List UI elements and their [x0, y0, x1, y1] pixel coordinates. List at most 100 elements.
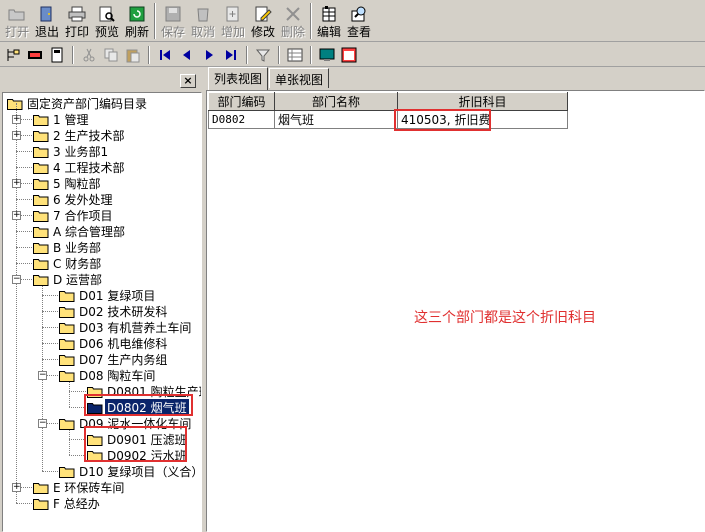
- first-record-button[interactable]: [154, 44, 176, 66]
- toolbar-separator: [310, 3, 312, 39]
- tree-expander[interactable]: +: [12, 115, 21, 124]
- cancel-button[interactable]: 取消: [188, 0, 218, 42]
- tree-panel: × 固定资产部门编码目录 +1 管理 +2 生产技术部 3 业务部1 4 工程技术部 +…: [0, 68, 204, 532]
- filter-button[interactable]: [252, 44, 274, 66]
- folder-icon: [33, 146, 49, 158]
- toolbar-separator: [310, 45, 312, 64]
- list-button[interactable]: [284, 44, 306, 66]
- column-header-depreciation[interactable]: 折旧科目: [397, 92, 568, 111]
- save-button[interactable]: 保存: [158, 0, 188, 42]
- preview-button[interactable]: 预览: [92, 0, 122, 42]
- message-button[interactable]: [24, 44, 46, 66]
- tree-node[interactable]: D01 复绿项目: [59, 287, 157, 303]
- tree-node-label: 1 管理: [53, 112, 89, 127]
- table-row[interactable]: D0802 烟气班 410503, 折旧费: [208, 110, 568, 129]
- folder-icon: [59, 466, 75, 478]
- folder-icon: [33, 178, 49, 190]
- add-document-icon: [224, 6, 242, 22]
- tree-expander[interactable]: +: [12, 179, 21, 188]
- tree-expander[interactable]: +: [12, 211, 21, 220]
- tree-node[interactable]: D08 陶粒车间: [59, 367, 157, 383]
- tree-guide-line: [69, 391, 86, 392]
- cut-button[interactable]: [78, 44, 100, 66]
- tree-node-label: D01 复绿项目: [79, 288, 156, 303]
- column-header-dept-code[interactable]: 部门编码: [208, 92, 275, 111]
- last-record-button[interactable]: [220, 44, 242, 66]
- column-header-dept-name[interactable]: 部门名称: [274, 92, 398, 111]
- tab-list-view[interactable]: 列表视图: [208, 67, 269, 90]
- tree-node[interactable]: 7 合作项目: [33, 207, 114, 223]
- cell-dept-name[interactable]: 烟气班: [274, 110, 398, 129]
- tree-node[interactable]: B 业务部: [33, 239, 103, 255]
- first-icon: [160, 49, 170, 60]
- tree-node[interactable]: D06 机电维修科: [59, 335, 169, 351]
- view-button[interactable]: 查看: [344, 0, 374, 42]
- tree-guide-line: [16, 199, 32, 200]
- tree-node[interactable]: D10 复绿项目（义合）: [59, 463, 201, 479]
- tree-expander[interactable]: −: [38, 419, 47, 428]
- cell-dept-code[interactable]: D0802: [208, 110, 275, 129]
- folder-open-icon: [7, 98, 23, 110]
- delete-button[interactable]: 删除: [278, 0, 308, 42]
- calc-button[interactable]: [46, 44, 68, 66]
- tree-node-label: B 业务部: [53, 240, 102, 255]
- highlight-box-d0802: [84, 394, 193, 416]
- next-record-button[interactable]: [198, 44, 220, 66]
- delete-x-icon: [284, 6, 302, 22]
- exit-button[interactable]: 退出: [32, 0, 62, 42]
- tree-node[interactable]: 2 生产技术部: [33, 127, 126, 143]
- folder-icon: [59, 418, 75, 430]
- tree-node-label: 7 合作项目: [53, 208, 113, 223]
- toolbar-separator: [154, 3, 156, 39]
- tree-expander[interactable]: +: [12, 131, 21, 140]
- monitor-icon: [319, 48, 335, 61]
- tree-node[interactable]: D07 生产内务组: [59, 351, 169, 367]
- tree-node[interactable]: C 财务部: [33, 255, 103, 271]
- tree-node[interactable]: D02 技术研发科: [59, 303, 169, 319]
- folder-icon: [33, 482, 49, 494]
- tree-node[interactable]: 6 发外处理: [33, 191, 114, 207]
- prev-record-button[interactable]: [176, 44, 198, 66]
- highlight-box-depreciation: [394, 109, 491, 131]
- tree-guide-line: [16, 103, 17, 503]
- tree-node[interactable]: 4 工程技术部: [33, 159, 126, 175]
- copy-button[interactable]: [100, 44, 122, 66]
- paste-button[interactable]: [122, 44, 144, 66]
- tab-single-view[interactable]: 单张视图: [269, 68, 330, 88]
- main-panel: 列表视图 单张视图 部门编码 部门名称 折旧科目 D0802 烟气班 41050…: [206, 67, 705, 532]
- tree-node[interactable]: D03 有机营养土车间: [59, 319, 193, 335]
- close-panel-button[interactable]: ×: [180, 74, 196, 88]
- secondary-toolbar: [0, 43, 705, 67]
- tree-node[interactable]: E 环保砖车间: [33, 479, 126, 495]
- tree-expander[interactable]: +: [12, 483, 21, 492]
- department-tree[interactable]: 固定资产部门编码目录 +1 管理 +2 生产技术部 3 业务部1 4 工程技术部 +5 …: [2, 92, 202, 532]
- folder-icon: [33, 162, 49, 174]
- tree-node[interactable]: F 总经办: [33, 495, 102, 511]
- refresh-icon: [128, 6, 146, 22]
- print-button[interactable]: 打印: [62, 0, 92, 42]
- open-button[interactable]: 打开: [2, 0, 32, 42]
- printer-icon: [68, 6, 86, 22]
- toolbar-separator: [246, 45, 248, 64]
- next-icon: [206, 49, 213, 60]
- tree-root[interactable]: 固定资产部门编码目录: [7, 95, 149, 111]
- tree-node[interactable]: 5 陶粒部: [33, 175, 102, 191]
- filter-funnel-icon: [255, 49, 271, 62]
- add-button[interactable]: 增加: [218, 0, 248, 42]
- tree-node[interactable]: A 综合管理部: [33, 223, 127, 239]
- calendar-button[interactable]: [338, 44, 360, 66]
- data-table: 部门编码 部门名称 折旧科目 D0802 烟气班 410503, 折旧费: [208, 92, 568, 129]
- tree-toggle-button[interactable]: [2, 44, 24, 66]
- tree-expander[interactable]: −: [12, 275, 21, 284]
- tree-node[interactable]: 3 业务部1: [33, 143, 110, 159]
- tree-node[interactable]: 1 管理: [33, 111, 90, 127]
- monitor-button[interactable]: [316, 44, 338, 66]
- toolbar-separator: [148, 45, 150, 64]
- modify-button[interactable]: 修改: [248, 0, 278, 42]
- tree-expander[interactable]: −: [38, 371, 47, 380]
- refresh-button[interactable]: 刷新: [122, 0, 152, 42]
- tree-guide-line: [42, 359, 58, 360]
- cancel-trash-icon: [194, 6, 212, 22]
- tree-node[interactable]: D 运营部: [33, 271, 104, 287]
- edit-button[interactable]: 编辑: [314, 0, 344, 42]
